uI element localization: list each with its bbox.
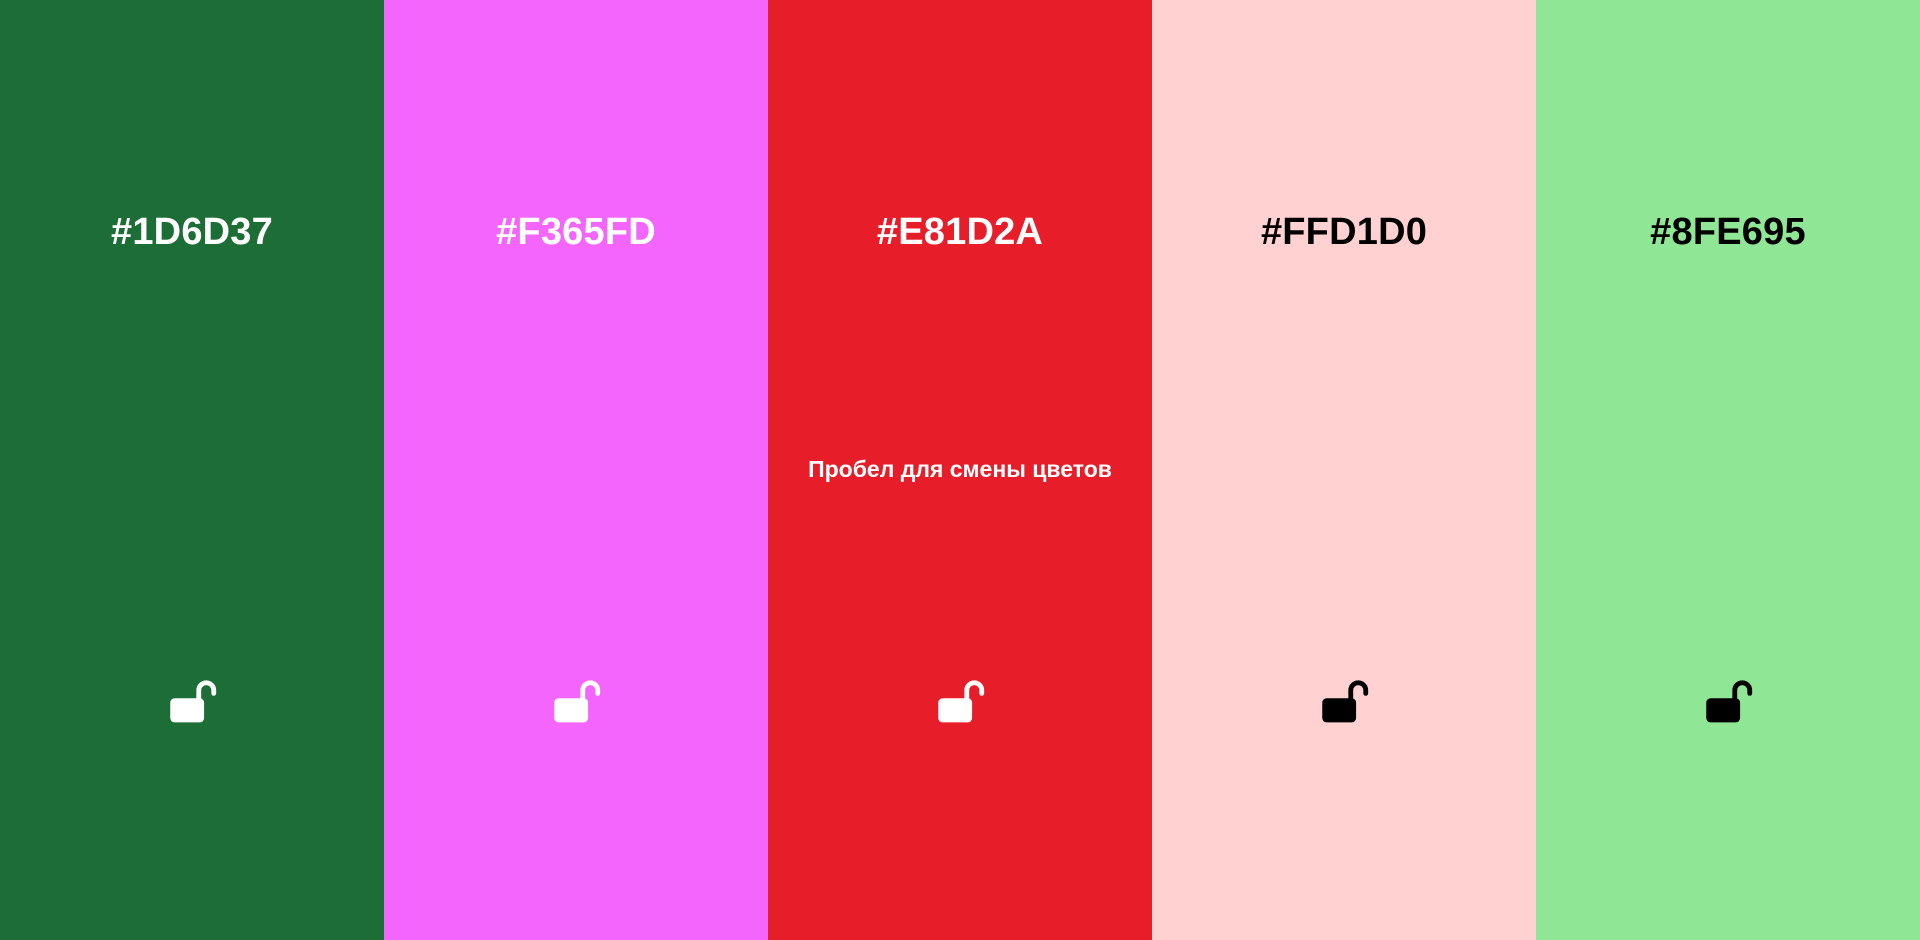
lock-open-icon: [938, 680, 985, 723]
lock-open-icon: [554, 680, 601, 723]
color-palette: #1D6D37 #F365FD #E81D2A #FFD1D0 #8FE695: [0, 0, 1920, 940]
lock-toggle-button[interactable]: [1696, 672, 1760, 736]
color-column-5: #8FE695: [1536, 0, 1920, 940]
color-hex-label[interactable]: #1D6D37: [0, 209, 384, 255]
color-column-4: #FFD1D0: [1152, 0, 1536, 940]
color-hex-label[interactable]: #E81D2A: [768, 209, 1152, 255]
color-column-1: #1D6D37: [0, 0, 384, 940]
color-hex-label[interactable]: #FFD1D0: [1152, 209, 1536, 255]
lock-toggle-button[interactable]: [544, 672, 608, 736]
lock-toggle-button[interactable]: [928, 672, 992, 736]
lock-open-icon: [1322, 680, 1369, 723]
lock-open-icon: [170, 680, 217, 723]
color-column-3: #E81D2A: [768, 0, 1152, 940]
lock-toggle-button[interactable]: [1312, 672, 1376, 736]
color-column-2: #F365FD: [384, 0, 768, 940]
lock-toggle-button[interactable]: [160, 672, 224, 736]
color-hex-label[interactable]: #8FE695: [1536, 209, 1920, 255]
lock-open-icon: [1706, 680, 1753, 723]
color-hex-label[interactable]: #F365FD: [384, 209, 768, 255]
